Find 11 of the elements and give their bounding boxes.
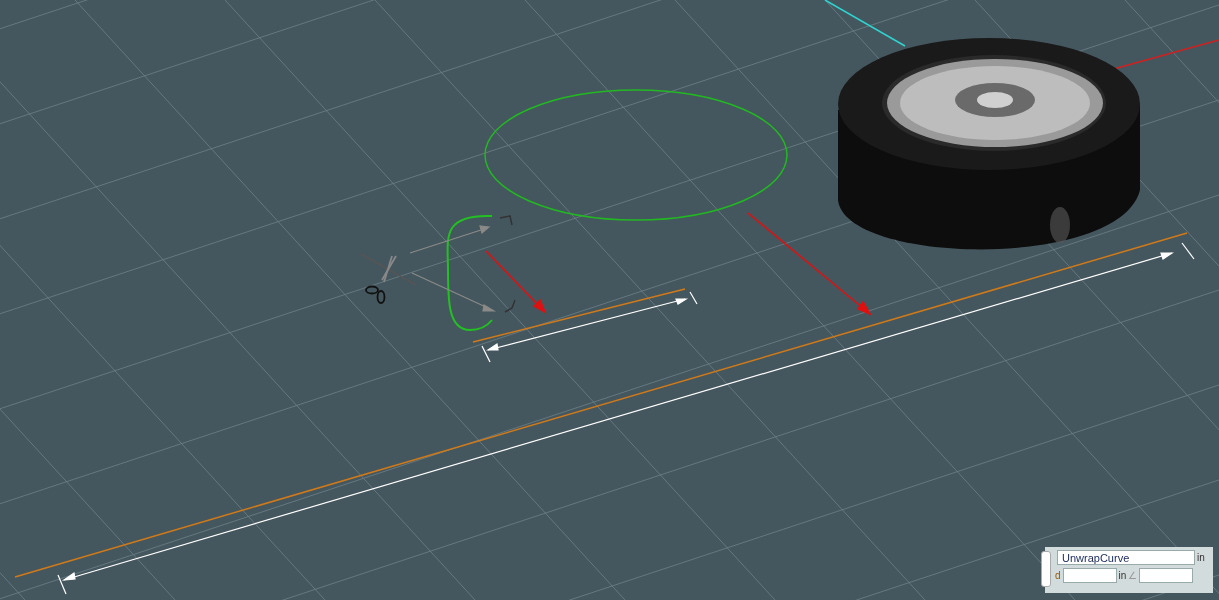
name-field[interactable]: UnwrapCurve — [1057, 550, 1195, 565]
scissors-icon — [365, 255, 397, 304]
unit-label: in — [1118, 570, 1127, 581]
unit-label: in — [1197, 552, 1205, 563]
distance-label: d — [1055, 570, 1061, 581]
angle-symbol: ∠ — [1128, 570, 1138, 581]
panel-tab[interactable] — [1041, 551, 1051, 587]
curve-end-mark — [499, 215, 513, 226]
distance-field[interactable] — [1062, 568, 1117, 583]
angle-field[interactable] — [1139, 568, 1194, 583]
curve-end-mark — [504, 299, 516, 313]
